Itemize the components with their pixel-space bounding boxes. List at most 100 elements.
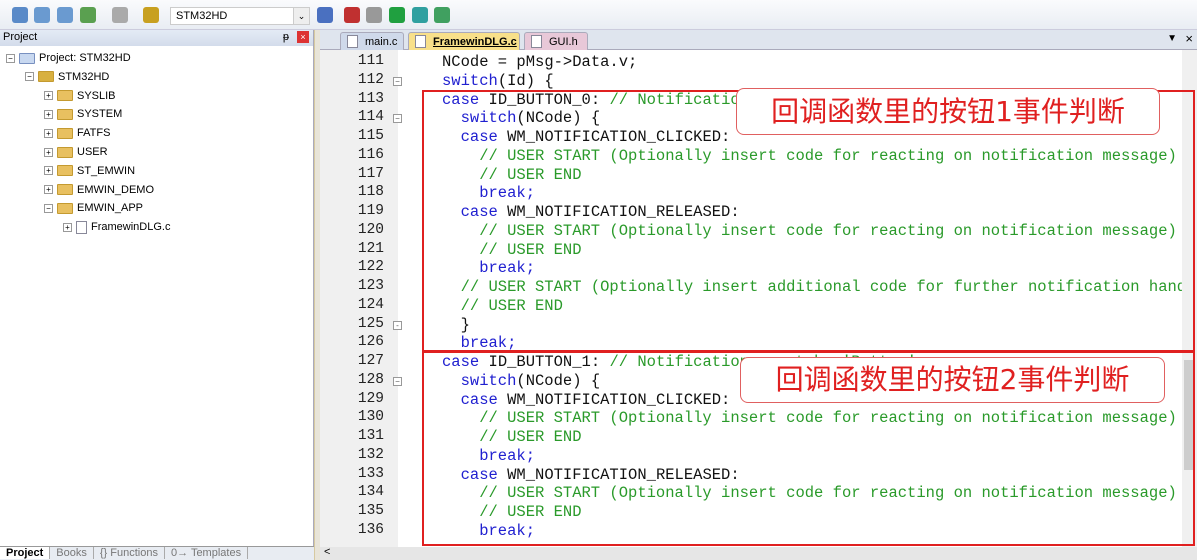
tab-templates[interactable]: 0→ Templates (165, 547, 249, 559)
line-number: 118 (357, 184, 384, 201)
expand-icon[interactable]: + (44, 185, 53, 195)
tree-item[interactable]: + SYSLIB (44, 87, 116, 105)
tab-main-c[interactable]: main.c (340, 32, 404, 50)
scroll-left-icon[interactable]: < (324, 546, 330, 558)
target-select[interactable]: STM32HD ⌄ (170, 7, 310, 25)
fold-toggle-icon[interactable]: − (393, 376, 402, 386)
tab-list-dropdown-icon[interactable]: ▼ (1167, 33, 1177, 44)
line-number: 125 (357, 315, 384, 332)
tree-item-label: FramewinDLG.c (91, 221, 171, 234)
fold-toggle-icon[interactable]: - (393, 320, 402, 330)
line-number: 122 (357, 259, 384, 276)
translate-icon[interactable] (12, 7, 28, 23)
tree-item[interactable]: − EMWIN_APP (44, 199, 143, 217)
line-number: 127 (357, 353, 384, 370)
horizontal-scrollbar[interactable]: < (320, 546, 1197, 560)
line-number: 115 (357, 128, 384, 145)
target-value: STM32HD (176, 10, 228, 22)
tab-gui-h[interactable]: GUI.h (524, 32, 588, 50)
close-icon[interactable]: × (1185, 31, 1193, 46)
batch-build-icon[interactable] (80, 7, 96, 23)
tree-item-label: SYSTEM (77, 108, 123, 121)
expand-icon[interactable]: + (44, 166, 53, 176)
tree-item[interactable]: + ST_EMWIN (44, 162, 135, 180)
expand-icon[interactable]: + (44, 91, 53, 101)
stop-build-icon[interactable] (112, 7, 128, 23)
tab-project[interactable]: Project (0, 547, 51, 559)
expand-icon[interactable]: + (44, 128, 53, 138)
target-options-icon[interactable] (317, 7, 333, 23)
expand-icon[interactable]: + (44, 109, 53, 119)
annotation-callout-button1: 回调函数里的按钮1事件判断 (736, 88, 1160, 135)
tree-item[interactable]: + SYSTEM (44, 105, 122, 123)
tree-item-label: ST_EMWIN (77, 164, 136, 177)
tree-item-label: STM32HD (58, 70, 110, 83)
line-number: 128 (357, 371, 384, 388)
panel-title: Project (3, 31, 38, 43)
line-number: 133 (357, 465, 384, 482)
tree-item-label: USER (77, 146, 108, 158)
code-line: switch(Id) { (442, 71, 554, 90)
editor-tabs: main.c FramewinDLG.c GUI.h ▼ × (320, 30, 1197, 50)
tree-item[interactable]: − Project: STM32HD (6, 49, 131, 67)
file-icon (531, 35, 542, 48)
tree-item-label: Project: STM32HD (39, 52, 131, 64)
annotation-callout-button2: 回调函数里的按钮2事件判断 (740, 357, 1165, 403)
rebuild-icon[interactable] (57, 7, 73, 23)
download-icon[interactable] (143, 7, 159, 23)
collapse-icon[interactable]: − (44, 203, 53, 213)
line-number: 134 (357, 484, 384, 501)
line-number: 111 (357, 53, 384, 69)
line-number: 117 (357, 165, 384, 182)
tree-item-label: SYSLIB (77, 89, 116, 102)
project-panel-tabs: Project Books{} Functions 0→ Templates (0, 546, 314, 560)
line-number: 116 (357, 146, 384, 163)
folder-icon (57, 108, 73, 120)
folder-icon (57, 165, 73, 177)
tree-item-label: EMWIN_APP (77, 202, 144, 215)
project-panel: Project ᵽ × − Project: STM32HD − STM32HD + SYSL… (0, 30, 314, 560)
line-number: 123 (357, 278, 384, 295)
file-icon (76, 220, 87, 234)
collapse-icon[interactable]: − (25, 72, 34, 82)
build-icon[interactable] (34, 7, 50, 23)
manage-components-icon[interactable] (344, 7, 360, 23)
tree-item-label: FATFS (77, 127, 111, 140)
line-number-gutter: 111 112−113 114−115 116 117 118 119 120 121 122 12… (320, 50, 402, 547)
tree-item[interactable]: + FATFS (44, 124, 110, 142)
tree-item[interactable]: + FramewinDLG.c (63, 218, 170, 236)
line-number: 131 (357, 428, 384, 445)
copy-icon[interactable] (434, 7, 450, 23)
tree-item[interactable]: + USER (44, 143, 108, 161)
tab-framewindlg-c[interactable]: FramewinDLG.c (408, 32, 520, 50)
tab-functions[interactable]: {} Functions (94, 547, 165, 559)
fold-toggle-icon[interactable]: − (393, 114, 402, 124)
file-icon (347, 35, 358, 48)
line-number: 124 (357, 296, 384, 313)
expand-icon[interactable]: + (63, 222, 72, 232)
line-number: 136 (357, 522, 384, 538)
pack-installer-icon[interactable] (366, 7, 382, 23)
tab-books[interactable]: Books (50, 547, 94, 559)
file-icon (415, 35, 426, 48)
code-line: NCode = pMsg->Data.v; (442, 53, 638, 71)
fold-toggle-icon[interactable]: − (393, 76, 402, 86)
tree-item-label: EMWIN_DEMO (77, 183, 154, 196)
select-device-icon[interactable] (389, 7, 405, 23)
expand-icon[interactable]: + (44, 147, 53, 157)
run-time-environment-icon[interactable] (412, 7, 428, 23)
close-icon[interactable]: × (297, 31, 309, 43)
pin-icon[interactable]: ᵽ (283, 31, 289, 43)
line-number: 121 (357, 240, 384, 257)
line-number: 120 (357, 221, 384, 238)
project-icon (19, 52, 35, 64)
folder-icon (57, 202, 73, 214)
folder-icon (57, 90, 73, 102)
tree-item[interactable]: + EMWIN_DEMO (44, 181, 154, 199)
tree-item[interactable]: − STM32HD (25, 68, 109, 86)
collapse-icon[interactable]: − (6, 53, 15, 63)
chevron-down-icon[interactable]: ⌄ (293, 8, 309, 24)
line-number: 119 (357, 203, 384, 220)
line-number: 130 (357, 409, 384, 426)
target-icon (38, 71, 54, 83)
